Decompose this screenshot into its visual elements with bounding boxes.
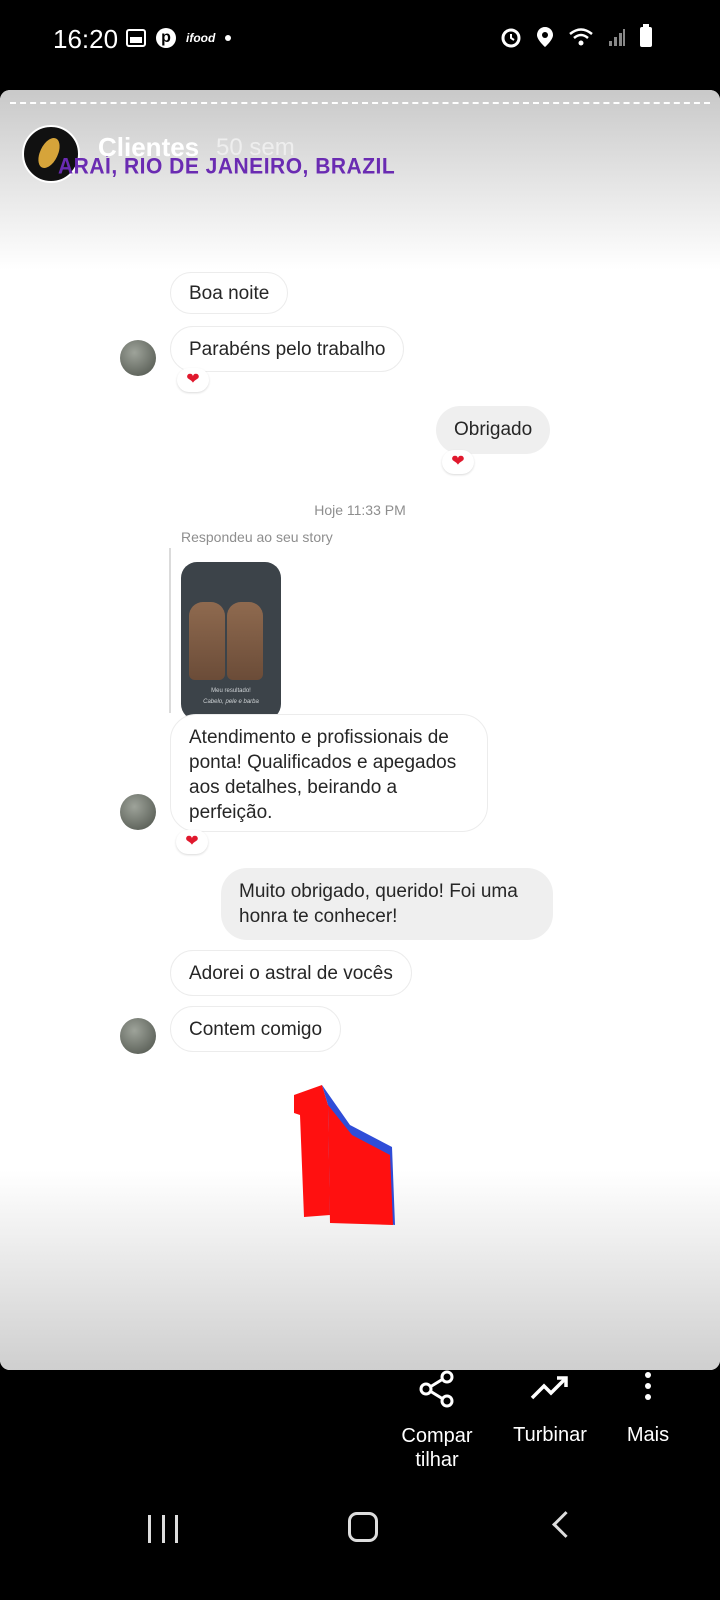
face-right — [227, 602, 263, 680]
pinterest-icon: p — [156, 28, 176, 48]
heart-reaction-icon: ❤ — [176, 830, 208, 854]
location-icon — [537, 27, 553, 47]
message-bubble: Obrigado — [436, 406, 551, 454]
share-icon — [419, 1370, 454, 1408]
sender-avatar — [120, 1018, 156, 1054]
ifood-icon: ifood — [186, 31, 216, 45]
story-reply-thumbnail: Meu resultado! Cabelo, pele e barba — [181, 562, 281, 720]
message-bubble: Boa noite — [170, 272, 289, 314]
thumbnail-caption: Meu resultado! — [211, 688, 251, 694]
status-time: 16:20 — [53, 24, 119, 54]
story-username[interactable]: Clientes — [98, 132, 199, 163]
chat-timestamp: Hoje 11:33 PM — [314, 502, 406, 518]
wifi-icon — [569, 28, 593, 46]
more-label: Mais — [626, 1424, 670, 1446]
replied-to-story-label: Respondeu ao seu story — [181, 529, 333, 545]
heart-reaction-icon: ❤ — [177, 368, 209, 392]
face-left — [189, 602, 225, 680]
battery-icon — [640, 24, 652, 47]
home-button[interactable] — [348, 1512, 378, 1542]
story-time-ago: 50 sem — [216, 134, 295, 161]
message-bubble: Contem comigo — [170, 1006, 342, 1052]
status-left-icons: p ifood — [126, 28, 232, 48]
boost-button[interactable]: Turbinar — [504, 1370, 596, 1447]
status-right-icons — [500, 24, 652, 48]
reply-indicator-bar — [169, 548, 171, 713]
recent-apps-button[interactable] — [148, 1515, 178, 1543]
boost-label: Turbinar — [513, 1424, 587, 1446]
message-bubble: Muito obrigado, querido! Foi uma honra t… — [221, 868, 553, 940]
story-card[interactable]: ARAÍ, RIO DE JANEIRO, BRAZIL Clientes 50… — [0, 90, 720, 1370]
dot-icon — [225, 35, 232, 41]
thumbnail-caption: Cabelo, pele e barba — [203, 699, 259, 705]
share-button[interactable]: Compar tilhar — [392, 1370, 482, 1472]
sender-avatar — [120, 340, 156, 376]
image-icon — [126, 29, 146, 47]
trending-up-icon — [530, 1376, 568, 1400]
story-top-gradient — [0, 90, 720, 270]
message-bubble: Parabéns pelo trabalho — [170, 326, 405, 372]
story-progress-bar — [10, 102, 710, 104]
alarm-icon — [501, 28, 521, 48]
more-vertical-icon — [645, 1372, 651, 1400]
back-button[interactable] — [552, 1511, 579, 1538]
heart-reaction-icon: ❤ — [442, 450, 474, 474]
signal-icon — [609, 29, 625, 46]
more-button[interactable]: Mais — [618, 1370, 678, 1447]
message-bubble: Adorei o astral de vocês — [170, 950, 412, 996]
red-3d-sticker[interactable] — [292, 1085, 397, 1230]
sender-avatar — [120, 794, 156, 830]
share-label: Compar tilhar — [401, 1425, 473, 1471]
message-bubble: Atendimento e profissionais de ponta! Qu… — [170, 714, 488, 832]
